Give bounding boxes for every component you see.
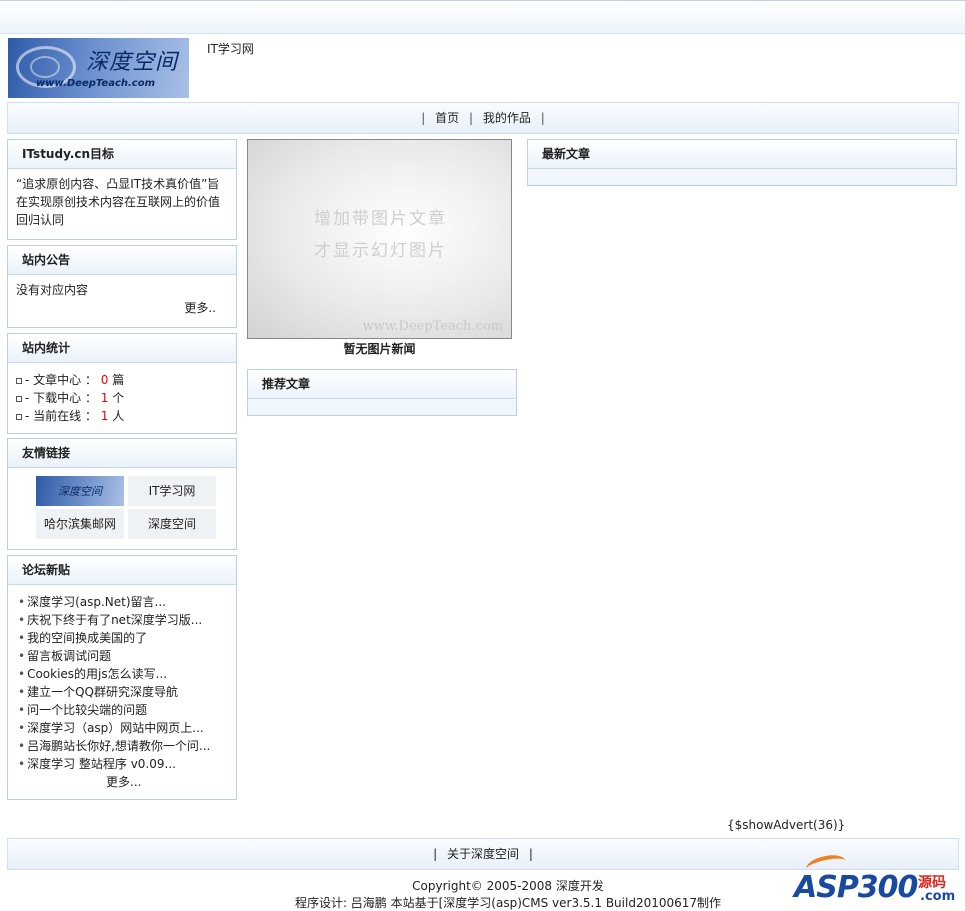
square-bullet-icon bbox=[16, 395, 22, 402]
footer-about-link[interactable]: 关于深度空间 bbox=[447, 847, 519, 861]
slide-line-1: 增加带图片文章 bbox=[314, 209, 447, 229]
site-logo[interactable]: 深度空间 www.DeepTeach.com bbox=[8, 38, 189, 98]
nav-home[interactable]: 首页 bbox=[435, 111, 459, 125]
asp300-watermark-logo: ASP300 源码 .com bbox=[790, 852, 960, 908]
stat-row-downloads: - 下载中心 ： 1 个 bbox=[16, 389, 228, 407]
forum-list: 深度学习(asp.Net)留言... 庆祝下终于有了net深度学习版... 我的… bbox=[8, 585, 236, 773]
asp300-dom: .com bbox=[920, 889, 956, 904]
link-harbin-stamps[interactable]: 哈尔滨集邮网 bbox=[36, 509, 124, 539]
goal-title: ITstudy.cn目标 bbox=[8, 140, 236, 169]
site-name-link[interactable]: IT学习网 bbox=[207, 40, 254, 57]
forum-title: 论坛新贴 bbox=[8, 556, 236, 585]
link-deepteach-logo[interactable]: 深度空间 bbox=[36, 476, 124, 506]
stats-box: 站内统计 - 文章中心 ： 0 篇 - 下载中心 ： 1 个 - 当前在线 ： … bbox=[7, 333, 237, 434]
recommend-box: 推荐文章 bbox=[247, 369, 517, 416]
goal-box: ITstudy.cn目标 “追求原创内容、凸显IT技术真价值”旨在实现原创技术内… bbox=[7, 139, 237, 240]
stat-row-online: - 当前在线 ： 1 人 bbox=[16, 407, 228, 425]
forum-item[interactable]: 我的空间换成美国的了 bbox=[18, 629, 236, 647]
stats-title: 站内统计 bbox=[8, 334, 236, 363]
links-box: 友情链接 深度空间 IT学习网 哈尔滨集邮网 深度空间 bbox=[7, 438, 237, 550]
forum-more-link[interactable]: 更多... bbox=[8, 773, 236, 791]
goal-text: “追求原创内容、凸显IT技术真价值”旨在实现原创技术内容在互联网上的价值回归认同 bbox=[16, 177, 221, 227]
forum-item[interactable]: 建立一个QQ群研究深度导航 bbox=[18, 683, 236, 701]
advert-placeholder: {$showAdvert(36)} bbox=[727, 818, 846, 832]
recommend-title: 推荐文章 bbox=[248, 370, 516, 399]
forum-item[interactable]: 深度学习（asp）网站中网页上... bbox=[18, 719, 236, 737]
logo-title: 深度空间 bbox=[86, 50, 179, 75]
top-band bbox=[0, 0, 965, 34]
slide-watermark: www.DeepTeach.com bbox=[362, 319, 503, 334]
notice-text: 没有对应内容 bbox=[16, 283, 89, 297]
square-bullet-icon bbox=[16, 377, 22, 384]
square-bullet-icon bbox=[16, 413, 22, 420]
slideshow-placeholder[interactable]: 增加带图片文章 才显示幻灯图片 www.DeepTeach.com bbox=[247, 139, 512, 339]
stat-row-articles: - 文章中心 ： 0 篇 bbox=[16, 371, 228, 389]
links-title: 友情链接 bbox=[8, 439, 236, 468]
forum-item[interactable]: 深度学习 整站程序 v0.09... bbox=[18, 755, 236, 773]
latest-box: 最新文章 bbox=[527, 139, 957, 186]
forum-item[interactable]: 庆祝下终于有了net深度学习版... bbox=[18, 611, 236, 629]
forum-item[interactable]: 深度学习(asp.Net)留言... bbox=[18, 593, 236, 611]
link-deep-space[interactable]: 深度空间 bbox=[128, 509, 216, 539]
forum-item[interactable]: 问一个比较尖端的问题 bbox=[18, 701, 236, 719]
asp300-text: ASP300 bbox=[794, 870, 918, 905]
notice-box: 站内公告 没有对应内容 更多.. bbox=[7, 245, 237, 328]
latest-title: 最新文章 bbox=[528, 140, 956, 169]
notice-more-link[interactable]: 更多.. bbox=[16, 299, 228, 317]
notice-title: 站内公告 bbox=[8, 246, 236, 275]
forum-item[interactable]: 吕海鹏站长你好,想请教你一个问... bbox=[18, 737, 236, 755]
logo-url: www.DeepTeach.com bbox=[36, 78, 156, 89]
forum-item[interactable]: 留言板调试问题 bbox=[18, 647, 236, 665]
nav-my-works[interactable]: 我的作品 bbox=[483, 111, 531, 125]
forum-item[interactable]: Cookies的用js怎么读写... bbox=[18, 665, 236, 683]
logo-swirl-inner-icon bbox=[30, 56, 60, 78]
slide-line-2: 才显示幻灯图片 bbox=[314, 241, 447, 261]
slide-caption: 暂无图片新闻 bbox=[343, 342, 416, 356]
forum-box: 论坛新贴 深度学习(asp.Net)留言... 庆祝下终于有了net深度学习版.… bbox=[7, 555, 237, 800]
main-nav: | 首页 | 我的作品 | bbox=[7, 102, 959, 134]
link-itstudy[interactable]: IT学习网 bbox=[128, 476, 216, 506]
